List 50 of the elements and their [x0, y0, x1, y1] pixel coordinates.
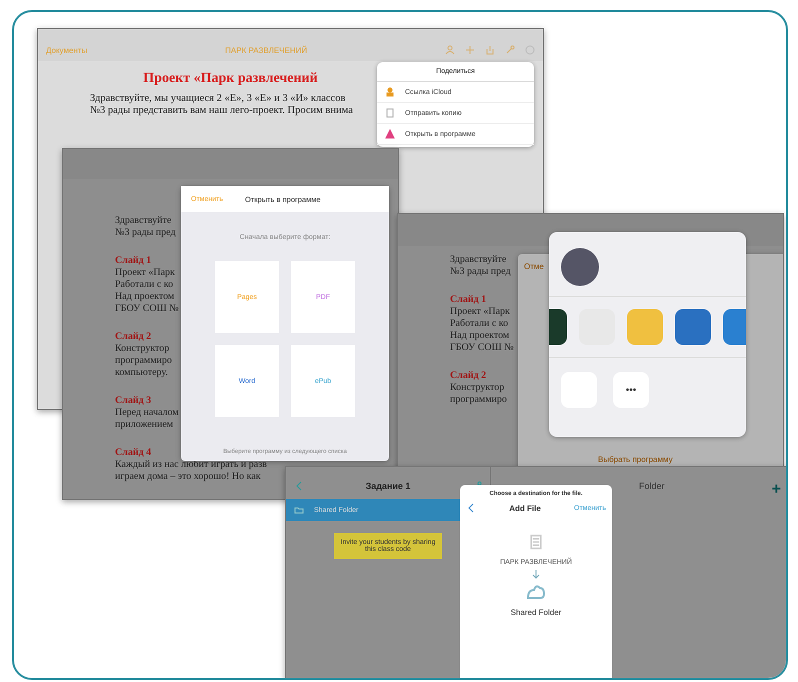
document-text-line: Конструктор — [450, 382, 504, 394]
dialog-title: Add File — [508, 504, 542, 512]
document-text-line: приложением — [115, 419, 174, 431]
wrench-icon — [505, 45, 515, 55]
back-chevron-icon — [466, 503, 476, 513]
person-icon — [385, 87, 395, 97]
more-button[interactable]: ••• — [613, 372, 649, 408]
share-icon — [485, 45, 495, 55]
panel-title: Задание 1 — [364, 481, 412, 491]
document-text-line: Проект «Парк — [115, 267, 175, 279]
back-chevron-icon — [294, 481, 304, 491]
slide-title: Слайд 4 — [115, 447, 152, 459]
document-heading: Проект «Парк развлечений — [143, 71, 318, 87]
document-text-line: Конструктор — [115, 343, 170, 355]
document-text-line: Здравствуйте — [450, 254, 506, 266]
document-text-line: ГБОУ СОШ № — [450, 342, 514, 354]
slide-title: Слайд 1 — [450, 294, 486, 306]
cancel-link[interactable]: Отме — [524, 262, 544, 271]
document-text-line: Здравствуйте — [115, 215, 172, 227]
document-text-line: Работали с ко — [115, 279, 174, 291]
triangle-icon — [385, 129, 395, 139]
add-button[interactable]: + — [772, 481, 781, 499]
plus-icon — [465, 45, 475, 55]
document-text-line: Перед началом — [115, 407, 179, 419]
document-text-line: Работали с ко — [450, 318, 508, 330]
pick-app-link[interactable]: Выбрать программу — [598, 455, 673, 464]
slide-title: Слайд 2 — [450, 370, 486, 382]
folder-title: Folder — [639, 481, 665, 491]
person-icon — [445, 45, 455, 55]
document-text-line: ГБОУ СОШ № — [115, 303, 179, 315]
document-text-line: №3 рады пред — [115, 227, 176, 239]
document-text-line: программиро — [115, 355, 172, 367]
document-text-line: играем дома – это хорошо! Но как — [115, 471, 261, 483]
avatar-circle[interactable] — [561, 248, 599, 286]
slide-title: Слайд 3 — [115, 395, 152, 407]
folder-icon — [294, 505, 304, 515]
document-text-line: программиро — [450, 394, 507, 406]
document-text-line: №3 рады пред — [450, 266, 511, 278]
document-text-line: Здравствуйте, мы учащиеся 2 «Е», 3 «Е» и 3 «И» классов — [90, 93, 346, 105]
document-title: ПАРК РАЗВЛЕЧЕНИЙ — [224, 46, 308, 54]
document-text-line: Над проектом — [450, 330, 510, 342]
slide-title: Слайд 1 — [115, 255, 152, 267]
document-text-line: №3 рады представить вам наш лего-проект. Просим внима — [90, 105, 353, 117]
document-text-line: Проект «Парк — [450, 306, 510, 318]
document-icon — [385, 108, 395, 118]
slide-title: Слайд 2 — [115, 331, 152, 343]
destination-name: Shared Folder — [510, 608, 562, 617]
document-text-line: компьютеру. — [115, 367, 168, 379]
document-text-line: Над проектом — [115, 291, 174, 303]
document-icon — [528, 533, 544, 551]
